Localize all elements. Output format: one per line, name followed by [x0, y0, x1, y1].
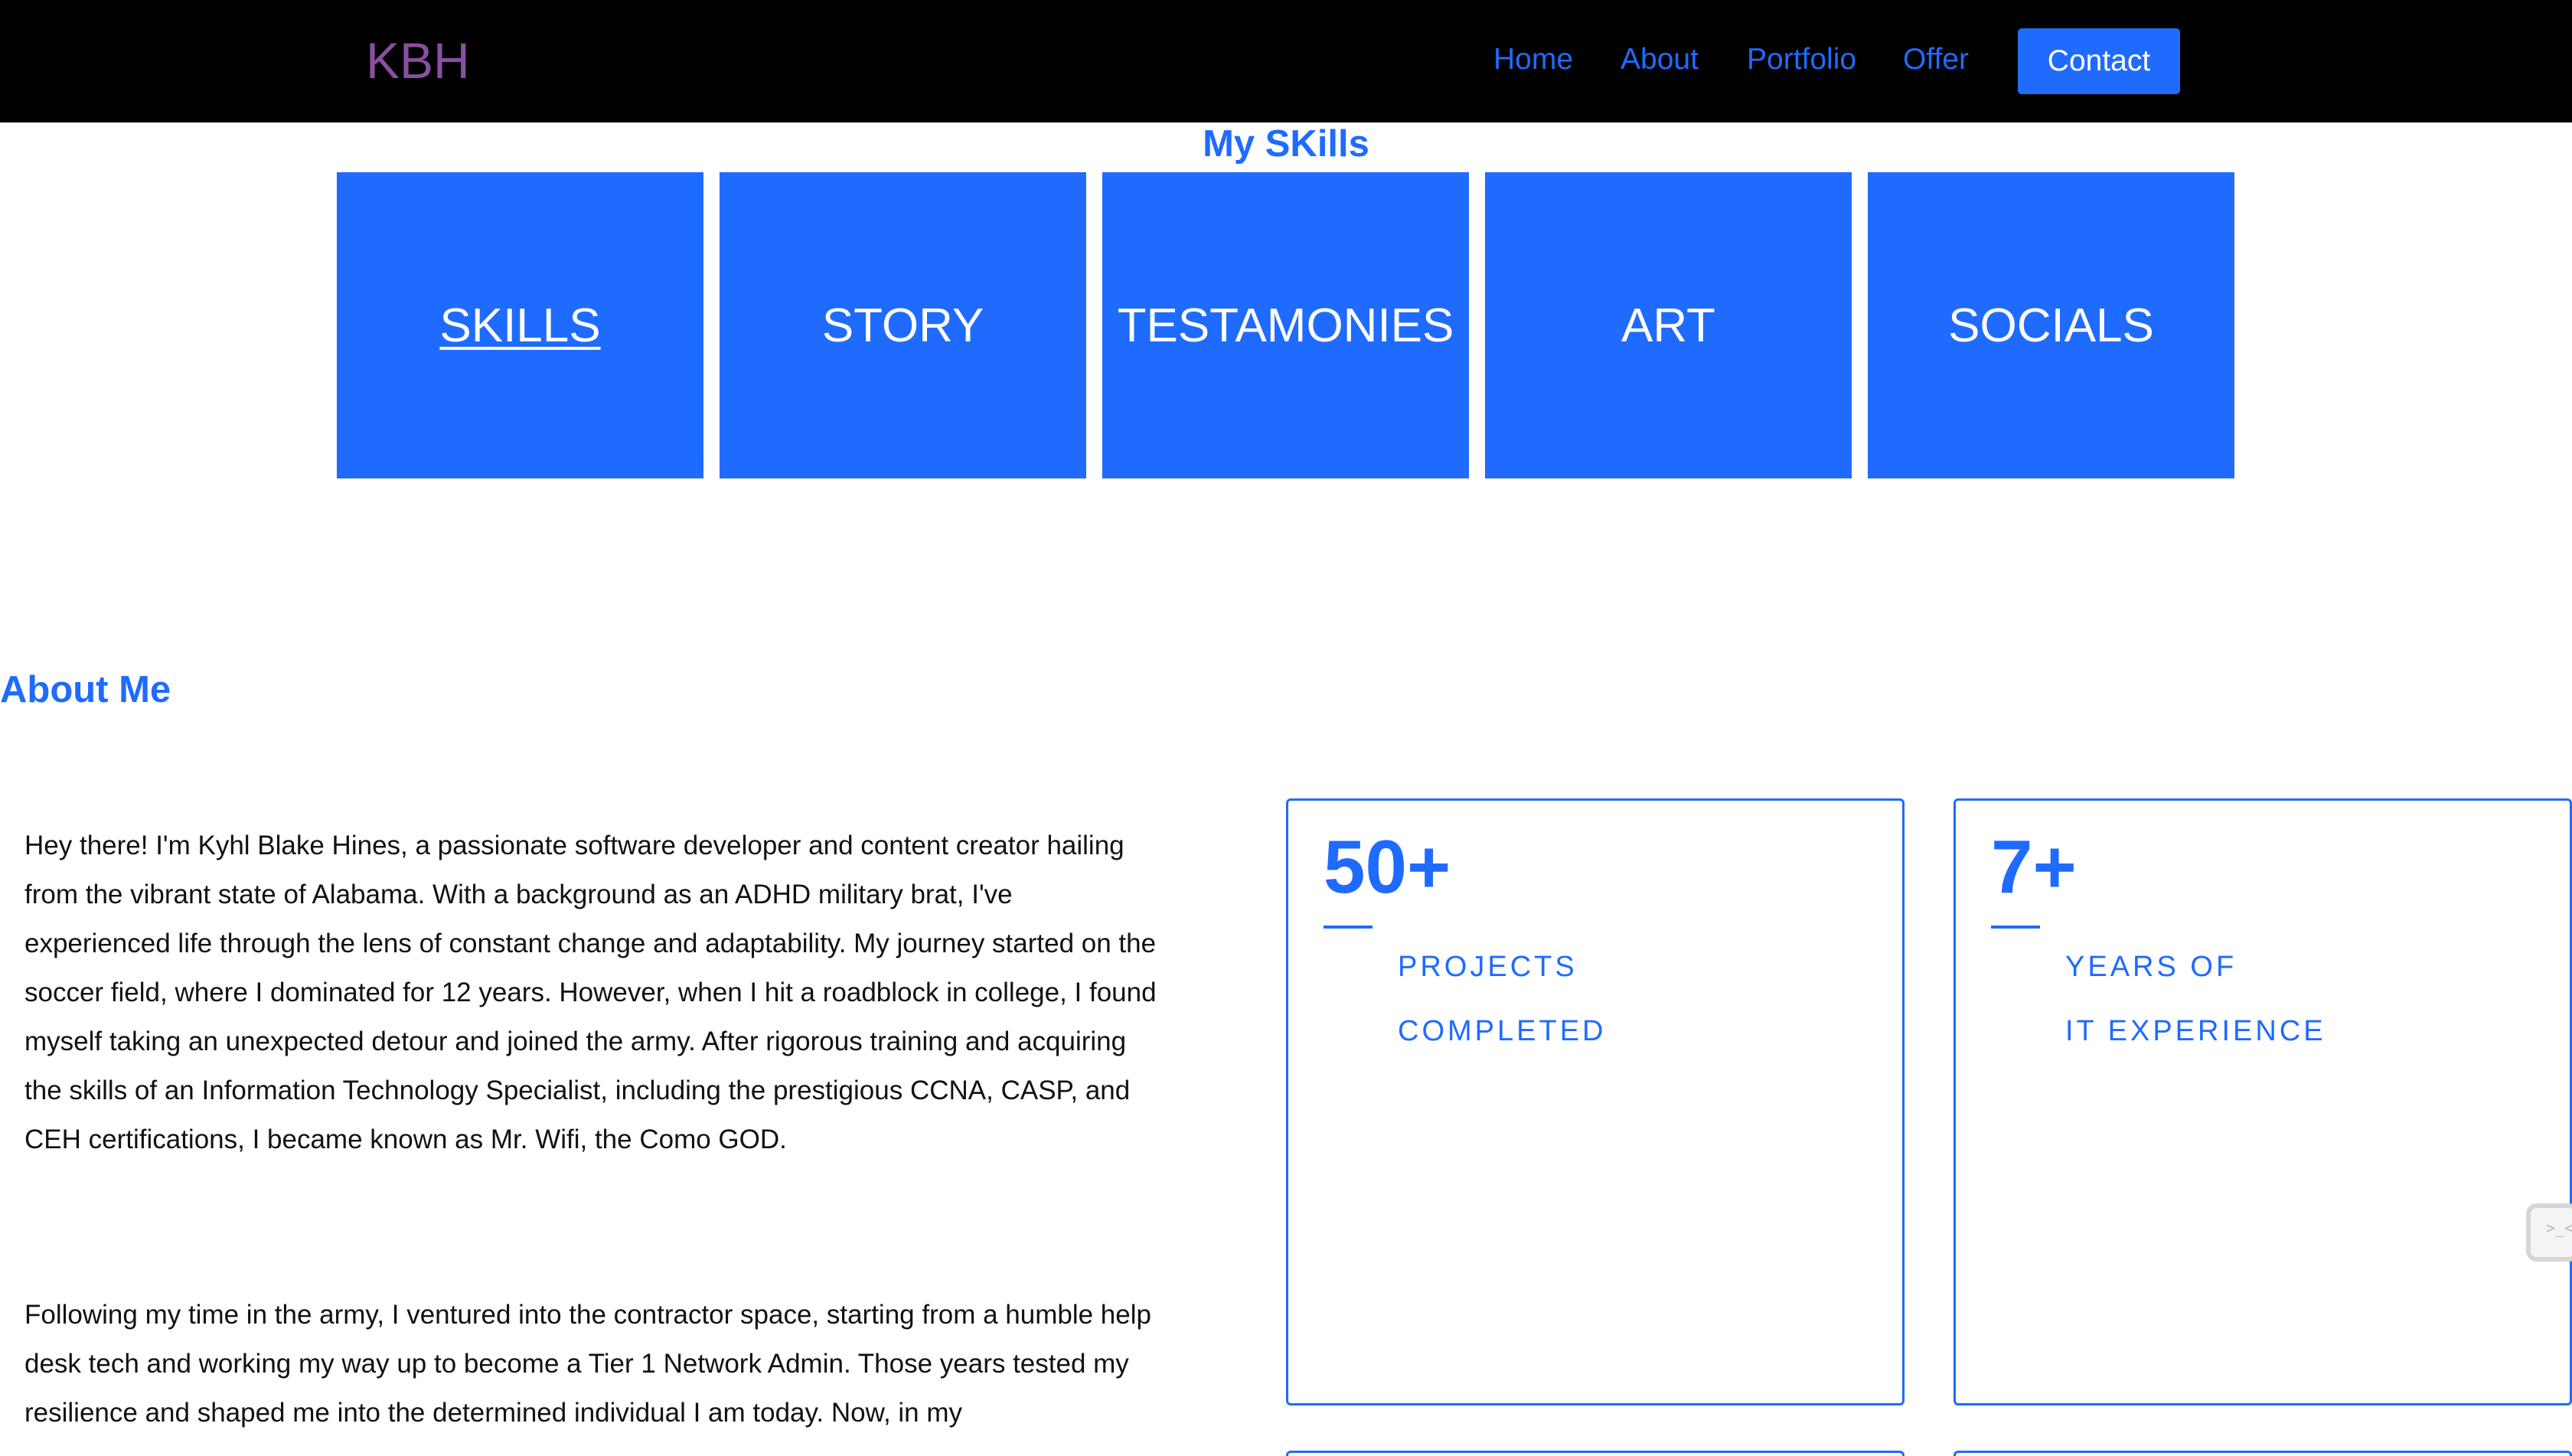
about-paragraph-1: Hey there! I'm Kyhl Blake Hines, a passi…	[24, 831, 1157, 1154]
nav-link-home[interactable]: Home	[1493, 41, 1573, 78]
collapsed-widget-icon: >_<	[2546, 1219, 2572, 1237]
stat-divider	[1991, 926, 2040, 929]
stat-card-experience: 7+ YEARS OF IT EXPERIENCE	[1953, 798, 2572, 1405]
skill-tile-testamonies[interactable]: TESTAMONIES	[1102, 172, 1469, 478]
nav-link-portfolio[interactable]: Portfolio	[1747, 41, 1856, 78]
stat-card-next-partial	[1953, 1451, 2572, 1456]
top-navbar: KBH Home About Portfolio Offer Contact	[0, 0, 2572, 122]
skill-tile-art[interactable]: ART	[1485, 172, 1852, 478]
stat-label-line1: PROJECTS	[1398, 951, 1578, 983]
contact-button[interactable]: Contact	[2018, 28, 2180, 94]
stat-card-next-partial	[1286, 1451, 1905, 1456]
skill-tile-socials[interactable]: SOCIALS	[1868, 172, 2234, 478]
stat-label-line2: IT EXPERIENCE	[2065, 1015, 2326, 1047]
skill-tile-story[interactable]: STORY	[720, 172, 1086, 478]
stat-number: 7+	[1991, 824, 2077, 909]
site-logo[interactable]: KBH	[366, 29, 470, 92]
stat-number: 50+	[1324, 824, 1451, 909]
stat-divider	[1324, 926, 1372, 929]
skills-section-title: My SKills	[1203, 123, 1369, 165]
about-paragraph-2: Following my time in the army, I venture…	[24, 1300, 1151, 1428]
skill-tile-label: ART	[1621, 299, 1715, 352]
stat-label-line2: COMPLETED	[1398, 1015, 1607, 1047]
nav-link-offer[interactable]: Offer	[1903, 41, 1969, 78]
collapsed-widget-button[interactable]: >_<	[2526, 1203, 2572, 1262]
skill-tile-label: SKILLS	[439, 299, 601, 352]
about-section-title: About Me	[0, 669, 171, 710]
nav-link-about[interactable]: About	[1621, 41, 1699, 78]
skill-tile-label: SOCIALS	[1948, 299, 2154, 352]
skill-tile-label: STORY	[821, 299, 984, 352]
stat-card-projects: 50+ PROJECTS COMPLETED	[1286, 798, 1905, 1405]
skill-tile-label: TESTAMONIES	[1117, 299, 1454, 352]
stat-label-line1: YEARS OF	[2065, 951, 2237, 983]
skill-tile-skills[interactable]: SKILLS	[337, 172, 703, 478]
